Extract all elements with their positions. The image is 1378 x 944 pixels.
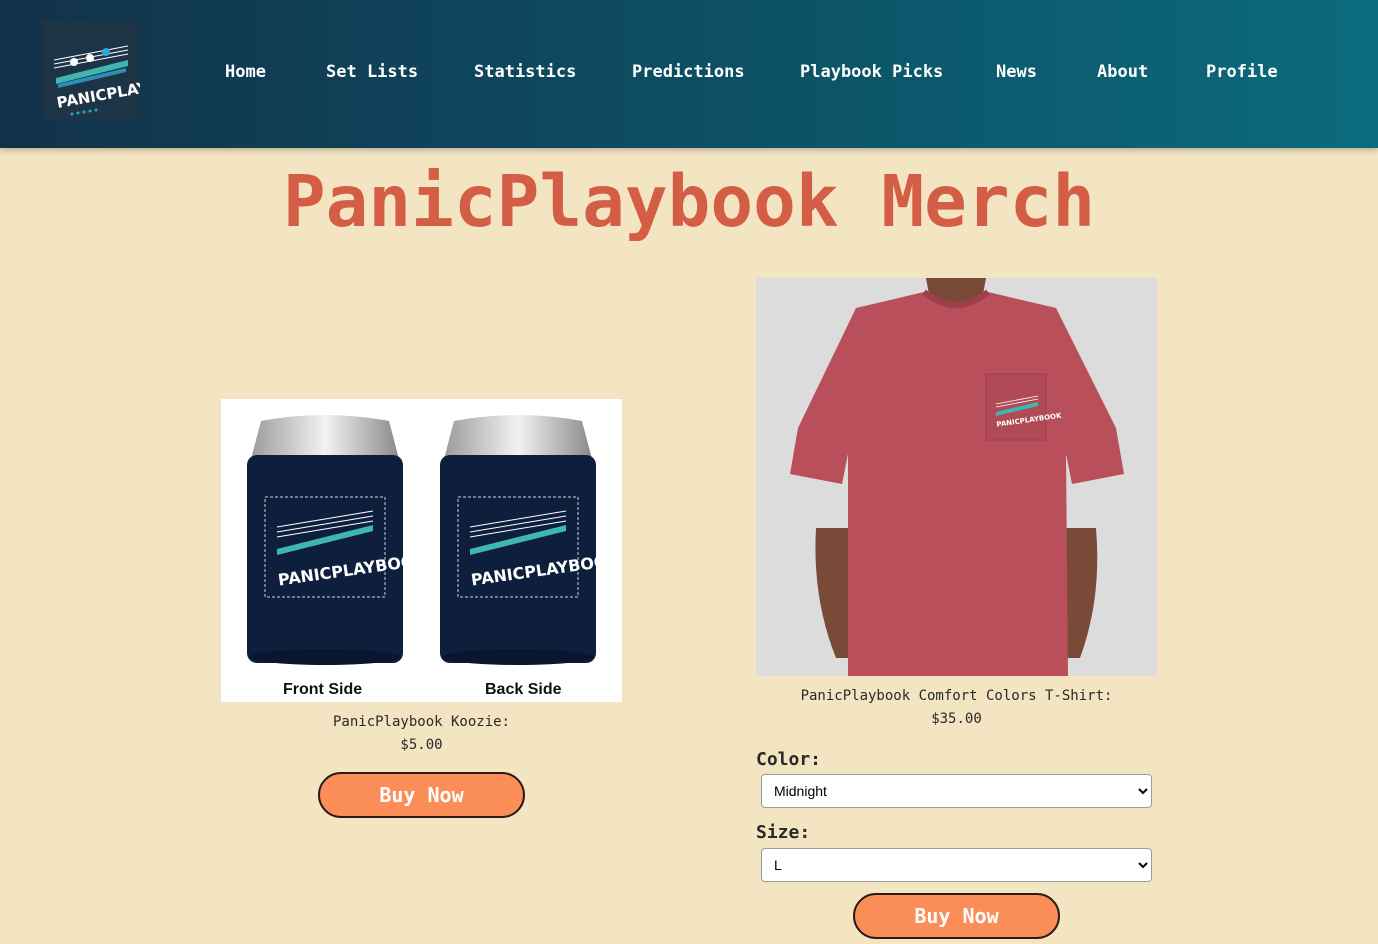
koozie-buy-now-button[interactable]: Buy Now (318, 772, 525, 818)
nav-statistics[interactable]: Statistics (474, 62, 576, 82)
tshirt-buy-now-button[interactable]: Buy Now (853, 893, 1060, 939)
tshirt-name: PanicPlaybook Comfort Colors T-Shirt: (800, 688, 1113, 704)
tshirt-price: $35.00 (931, 711, 982, 727)
nav-news[interactable]: News (996, 62, 1037, 82)
nav-home[interactable]: Home (225, 62, 266, 82)
nav-playbook-picks[interactable]: Playbook Picks (800, 62, 943, 82)
color-label: Color: (756, 749, 822, 770)
koozie-name: PanicPlaybook Koozie: (332, 714, 510, 730)
nav-set-lists[interactable]: Set Lists (326, 62, 418, 82)
nav-about[interactable]: About (1097, 62, 1148, 82)
koozie-price: $5.00 (400, 737, 443, 753)
main-nav: Home Set Lists Statistics Predictions Pl… (0, 62, 1378, 86)
nav-profile[interactable]: Profile (1206, 62, 1278, 82)
back-side-caption: Back Side (485, 681, 562, 698)
front-side-caption: Front Side (283, 681, 363, 698)
site-header: PANICPLAYBOOK Home Set Lists Statistics … (0, 0, 1378, 148)
page-title: PanicPlaybook Merch (282, 160, 1096, 243)
size-select[interactable]: L (761, 848, 1152, 882)
koozie-image: PANICPLAYBOOK PANICPLAYBOOK Front Side B… (221, 399, 622, 702)
nav-predictions[interactable]: Predictions (632, 62, 745, 82)
color-select[interactable]: Midnight (761, 774, 1152, 808)
size-label: Size: (756, 822, 811, 843)
tshirt-image: PANICPLAYBOOK (756, 278, 1157, 676)
